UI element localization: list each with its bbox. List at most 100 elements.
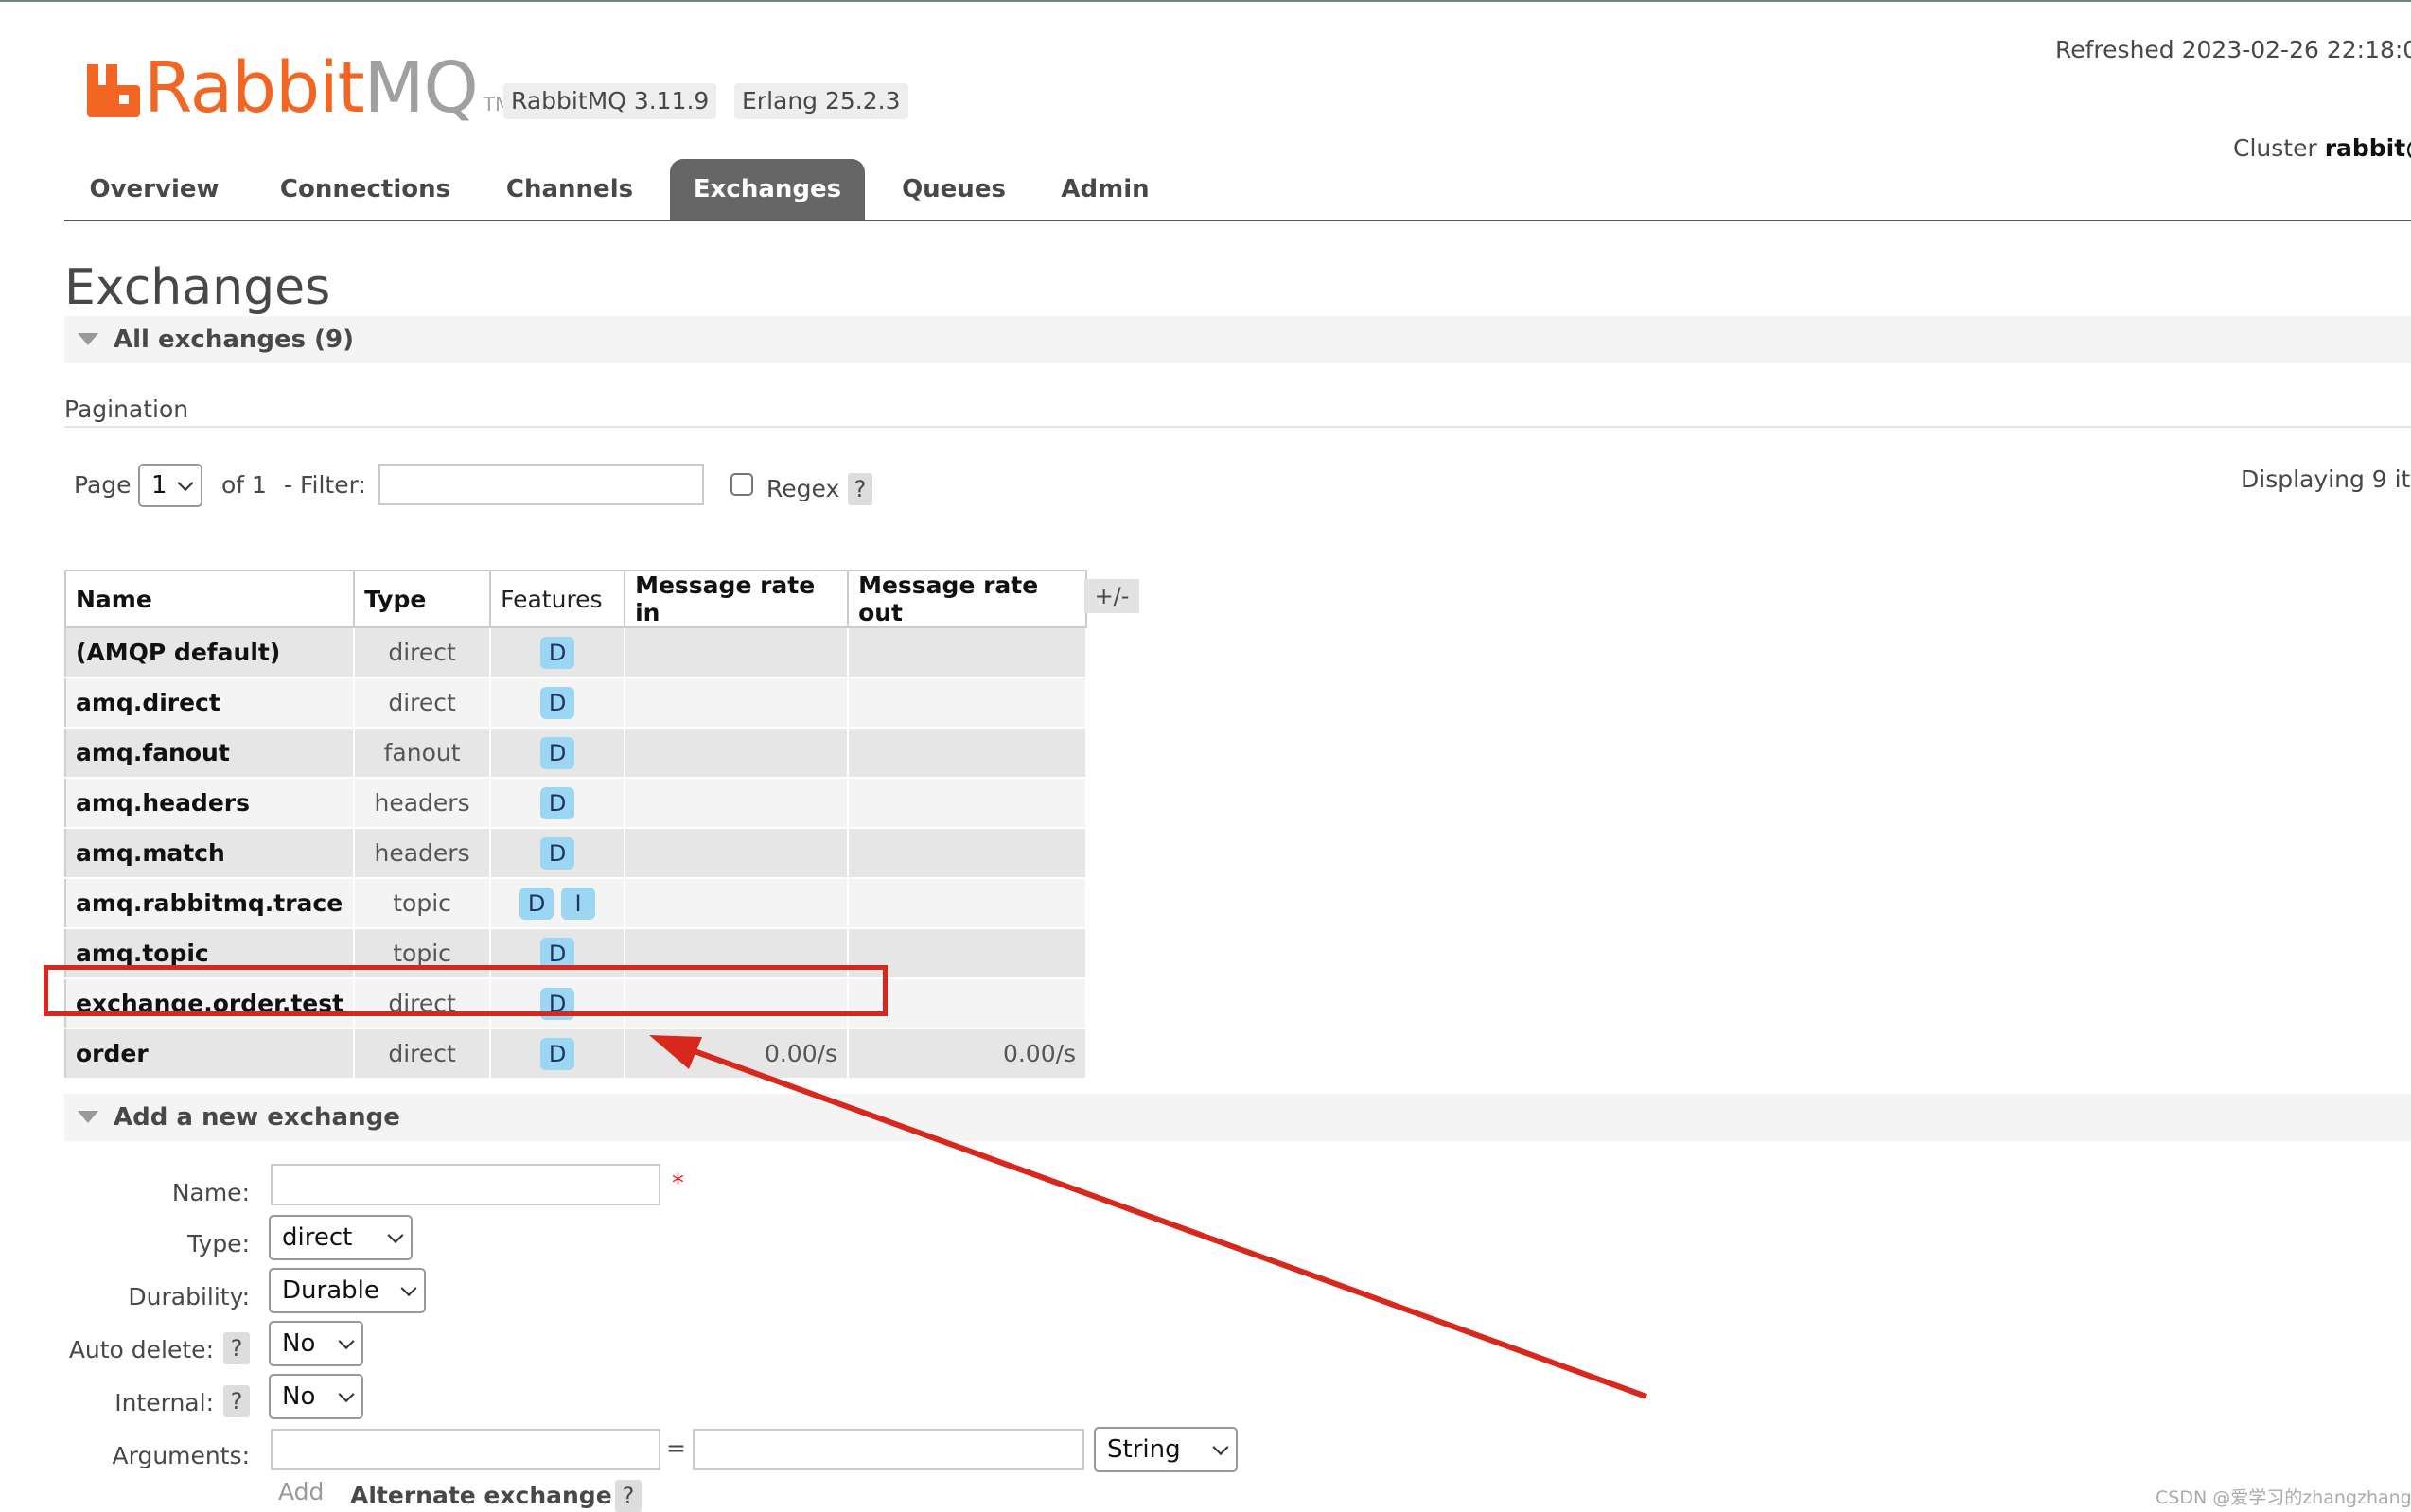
- page-title: Exchanges: [64, 259, 331, 316]
- version-badge: RabbitMQ 3.11.9: [503, 83, 717, 119]
- table-row: amq.fanout fanout D: [63, 727, 1088, 779]
- exchange-type-select[interactable]: direct: [269, 1215, 413, 1260]
- exchange-name-link[interactable]: amq.headers: [63, 777, 356, 829]
- main-nav: Overview Connections Channels Exchanges …: [64, 159, 2411, 221]
- exchange-features: D: [489, 626, 626, 678]
- argument-type-select[interactable]: String: [1094, 1427, 1238, 1472]
- table-row: order direct D 0.00/s 0.00/s: [63, 1028, 1088, 1080]
- pagination-label: Pagination: [64, 396, 189, 423]
- exchange-type: topic: [353, 877, 492, 929]
- column-header-features: Features: [489, 570, 626, 628]
- argument-value-input[interactable]: [693, 1429, 1084, 1470]
- tab-channels[interactable]: Channels: [486, 159, 653, 220]
- column-header-type[interactable]: Type: [353, 570, 492, 628]
- add-argument-link[interactable]: Add: [278, 1478, 324, 1505]
- regex-help-button[interactable]: ?: [848, 473, 872, 505]
- column-header-rate-in[interactable]: Message rate in: [624, 570, 850, 628]
- tab-exchanges[interactable]: Exchanges: [670, 159, 865, 220]
- exchange-name-link[interactable]: amq.direct: [63, 677, 356, 729]
- required-mark: *: [672, 1169, 684, 1198]
- exchange-features: D: [489, 777, 626, 829]
- tab-connections[interactable]: Connections: [261, 159, 469, 220]
- rate-out: [847, 827, 1088, 879]
- table-row: amq.match headers D: [63, 827, 1088, 879]
- page-label: Page: [74, 471, 132, 499]
- cluster-name: rabbit@: [2324, 134, 2411, 162]
- exchange-type: direct: [353, 1028, 492, 1080]
- auto-delete-help-button[interactable]: ?: [223, 1332, 250, 1364]
- tab-queues[interactable]: Queues: [880, 159, 1028, 220]
- exchange-features: D: [489, 727, 626, 779]
- filter-input[interactable]: [378, 464, 704, 505]
- rate-out: [847, 727, 1088, 779]
- rabbit-icon: [87, 64, 140, 117]
- argument-key-input[interactable]: [271, 1429, 660, 1470]
- page-select[interactable]: 1: [138, 464, 202, 507]
- durable-badge: D: [519, 887, 554, 920]
- durability-label: Durability:: [128, 1283, 250, 1310]
- divider: [64, 426, 2411, 428]
- exchange-type: headers: [353, 777, 492, 829]
- page-count: of 1: [221, 471, 267, 499]
- exchange-name-link[interactable]: amq.rabbitmq.trace: [63, 877, 356, 929]
- tab-admin[interactable]: Admin: [1043, 159, 1168, 220]
- chevron-down-icon: [177, 475, 194, 492]
- exchange-type: direct: [353, 626, 492, 678]
- internal-help-button[interactable]: ?: [223, 1385, 250, 1417]
- name-label: Name:: [171, 1179, 250, 1206]
- regex-checkbox[interactable]: [730, 473, 753, 496]
- rate-in: [624, 727, 850, 779]
- watermark: CSDN @爱学习的zhangzhang: [2156, 1487, 2411, 1508]
- rabbitmq-logo[interactable]: RabbitMQ TM: [85, 53, 511, 123]
- exchange-features: DI: [489, 877, 626, 929]
- rate-out: [847, 677, 1088, 729]
- equals-sign: =: [666, 1434, 686, 1462]
- type-label: Type:: [187, 1230, 250, 1257]
- exchange-features: D: [489, 827, 626, 879]
- all-exchanges-toggle[interactable]: All exchanges (9): [64, 316, 2411, 363]
- exchange-features: D: [489, 1028, 626, 1080]
- rate-out: [847, 877, 1088, 929]
- refreshed-timestamp[interactable]: Refreshed 2023-02-26 22:18:0: [2055, 36, 2411, 63]
- internal-select[interactable]: No: [269, 1374, 363, 1419]
- rate-out: [847, 626, 1088, 678]
- column-header-rate-out[interactable]: Message rate out: [847, 570, 1088, 628]
- displaying-count: Displaying 9 ite: [2241, 466, 2411, 493]
- durable-badge: D: [540, 836, 575, 870]
- chevron-down-icon: [400, 1280, 417, 1297]
- erlang-badge: Erlang 25.2.3: [734, 83, 908, 119]
- column-toggle-button[interactable]: +/-: [1084, 579, 1139, 613]
- exchange-name-link[interactable]: order: [63, 1028, 356, 1080]
- chevron-down-icon: [1212, 1439, 1229, 1456]
- durable-badge: D: [540, 636, 575, 669]
- exchange-name-link[interactable]: (AMQP default): [63, 626, 356, 678]
- exchange-name-link[interactable]: amq.fanout: [63, 727, 356, 779]
- collapse-triangle-icon: [78, 1111, 98, 1123]
- add-exchange-toggle[interactable]: Add a new exchange: [64, 1094, 2411, 1141]
- auto-delete-label: Auto delete:: [68, 1336, 214, 1363]
- auto-delete-select[interactable]: No: [269, 1321, 363, 1366]
- exchange-name-link[interactable]: amq.match: [63, 827, 356, 879]
- rate-in: [624, 626, 850, 678]
- chevron-down-icon: [338, 1333, 355, 1350]
- highlight-box: [44, 965, 888, 1016]
- table-row: amq.rabbitmq.trace topic DI: [63, 877, 1088, 929]
- durability-select[interactable]: Durable: [269, 1268, 426, 1313]
- exchange-name-input[interactable]: [271, 1164, 660, 1205]
- durable-badge: D: [540, 686, 575, 719]
- column-header-name[interactable]: Name: [63, 570, 356, 628]
- rate-out: 0.00/s: [847, 1028, 1088, 1080]
- alternate-exchange-help-button[interactable]: ?: [615, 1480, 642, 1512]
- tab-overview[interactable]: Overview: [64, 159, 244, 220]
- collapse-triangle-icon: [78, 333, 98, 345]
- rate-in: [624, 827, 850, 879]
- internal-badge: I: [561, 887, 596, 920]
- table-row: amq.direct direct D: [63, 677, 1088, 729]
- top-border: [0, 0, 2411, 2]
- filter-label: - Filter:: [284, 471, 366, 499]
- alternate-exchange-link[interactable]: Alternate exchange: [350, 1482, 612, 1509]
- exchange-type: direct: [353, 677, 492, 729]
- arguments-label: Arguments:: [112, 1442, 250, 1469]
- durable-badge: D: [540, 736, 575, 769]
- rate-in: [624, 677, 850, 729]
